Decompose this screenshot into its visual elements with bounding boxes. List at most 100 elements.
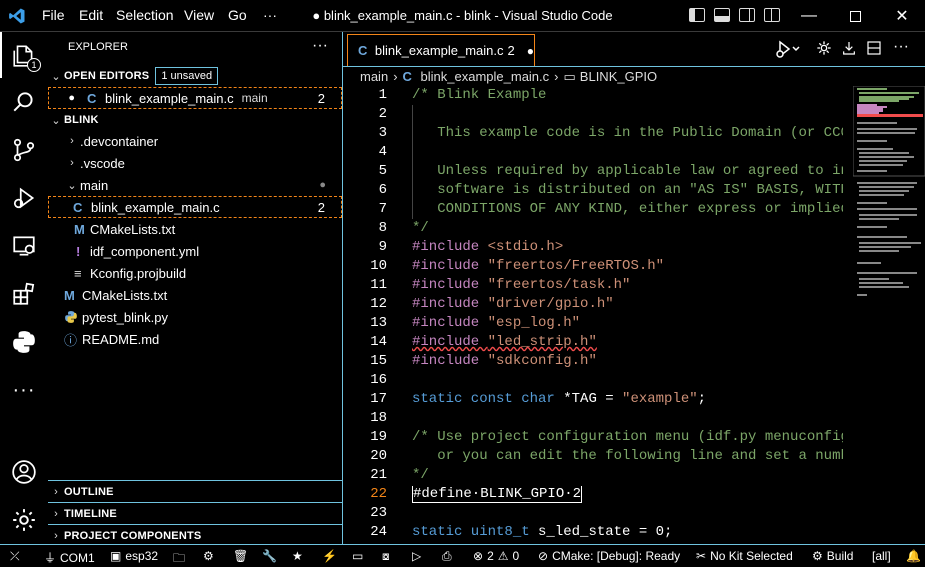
build-wrench-icon[interactable]: 🔧 (262, 549, 277, 563)
notifications-bell-icon[interactable]: 🔔 (906, 549, 921, 563)
code-line[interactable]: 6 software is distributed on an "AS IS" … (343, 182, 843, 201)
project-components-section[interactable]: › PROJECT COMPONENTS (48, 524, 342, 546)
code-line[interactable]: 12 #include "driver/gpio.h" (343, 296, 843, 315)
code-line[interactable]: 23 (343, 505, 843, 524)
menu-file[interactable]: File (42, 7, 65, 23)
project-header[interactable]: ⌄ BLINK (48, 109, 342, 131)
monitor-icon[interactable]: ▭ (352, 549, 363, 563)
breadcrumb-file[interactable]: blink_example_main.c (421, 69, 550, 84)
menu-edit[interactable]: Edit (79, 7, 103, 23)
timeline-section[interactable]: › TIMELINE (48, 502, 342, 524)
breadcrumb-folder[interactable]: main (360, 69, 388, 84)
code-line[interactable]: 13 #include "esp_log.h" (343, 315, 843, 334)
code-editor[interactable]: 1/* Blink Example 2 3 This example code is… (343, 86, 925, 544)
toggle-panel-icon[interactable] (714, 8, 730, 22)
menu-go[interactable]: Go (228, 7, 247, 23)
remote-indicator-button[interactable]: ⤫ (10, 549, 20, 564)
split-editor-icon[interactable] (866, 40, 882, 56)
tree-folder-vscode[interactable]: › .vscode (48, 152, 342, 174)
code-line[interactable]: 17 static const char *TAG = "example"; (343, 391, 843, 410)
build-target-button[interactable]: [all] (872, 549, 891, 563)
tree-folder-main[interactable]: ⌄ main ● (48, 174, 342, 196)
tree-file-blink-example-main[interactable]: C blink_example_main.c 2 (48, 196, 342, 218)
tree-file-pytest[interactable]: pytest_blink.py (48, 306, 342, 328)
tree-file-readme[interactable]: ⓘ README.md (48, 328, 342, 350)
code-token: #include (412, 277, 488, 293)
cmake-status-button[interactable]: ⊘ CMake: [Debug]: Ready (538, 549, 680, 563)
flash-device-icon[interactable] (841, 40, 857, 56)
python-icon[interactable] (0, 318, 48, 366)
code-line[interactable]: 16 (343, 372, 843, 391)
remote-explorer-icon[interactable] (0, 222, 48, 270)
extensions-icon[interactable] (0, 270, 48, 318)
settings-gear-icon[interactable] (816, 40, 832, 56)
code-line[interactable]: 15 #include "sdkconfig.h" (343, 353, 843, 372)
open-editors-header[interactable]: ⌄ OPEN EDITORS 1 unsaved (48, 65, 342, 87)
breadcrumb-symbol[interactable]: BLINK_GPIO (580, 69, 657, 84)
line-number: 3 (378, 125, 387, 141)
target-button[interactable]: ▣ esp32 (110, 549, 158, 563)
code-line[interactable]: 5 Unless required by applicable law or a… (343, 163, 843, 182)
doctor-icon[interactable]: ⎙ (442, 549, 452, 564)
port-button[interactable]: ⏚ COM1 (44, 549, 95, 566)
code-line[interactable]: 20 or you can edit the following line an… (343, 448, 843, 467)
build-flash-monitor-icon[interactable]: ⧇ (382, 549, 390, 564)
line-code: Unless required by applicable law or agr… (412, 163, 843, 179)
problems-button[interactable]: ⊗ 2 ⚠ 0 (473, 549, 519, 563)
account-icon[interactable] (0, 448, 48, 496)
code-line[interactable]: 1 /* Blink Example (343, 87, 843, 106)
tree-file-cmakelists-root[interactable]: M CMakeLists.txt (48, 284, 342, 306)
tab-dirty-icon[interactable]: ● (527, 44, 534, 58)
tree-folder-devcontainer[interactable]: › .devcontainer (48, 130, 342, 152)
close-window-button[interactable]: ✕ (879, 0, 925, 32)
code-line[interactable]: 21 */ (343, 467, 843, 486)
run-dropdown-icon[interactable] (775, 40, 801, 58)
code-line[interactable]: 22 #define·BLINK_GPIO·2 (343, 486, 843, 505)
open-folder-icon[interactable]: 🗀 (173, 549, 185, 567)
code-line[interactable]: 19 /* Use project configuration menu (idf… (343, 429, 843, 448)
timeline-label: TIMELINE (64, 507, 117, 520)
tab-blink-example-main[interactable]: C blink_example_main.c 2 ● (347, 34, 535, 66)
code-line[interactable]: 8 */ (343, 220, 843, 239)
customize-layout-icon[interactable] (764, 8, 780, 22)
sidebar-more-button[interactable]: ··· (312, 37, 328, 55)
code-line[interactable]: 10 #include "freertos/FreeRTOS.h" (343, 258, 843, 277)
menuconfig-gear-icon[interactable]: ⚙ (203, 549, 214, 563)
code-line[interactable]: 7 CONDITIONS OF ANY KIND, either express… (343, 201, 843, 220)
menu-more[interactable]: ··· (263, 7, 277, 23)
tree-file-kconfig[interactable]: ≡ Kconfig.projbuild (48, 262, 342, 284)
open-editor-item[interactable]: ● C blink_example_main.c main 2 (48, 87, 342, 109)
run-debug-icon[interactable] (0, 174, 48, 222)
more-icon[interactable]: ··· (0, 366, 48, 414)
minimize-button[interactable]: — (786, 0, 832, 32)
minimap[interactable] (852, 85, 925, 544)
menu-selection[interactable]: Selection (116, 7, 174, 23)
toggle-secondary-sidebar-icon[interactable] (739, 8, 755, 22)
fullclean-trash-icon[interactable]: 🗑 (233, 549, 248, 563)
settings-gear-icon[interactable] (0, 496, 48, 544)
code-line[interactable]: 4 (343, 144, 843, 163)
tree-file-cmakelists-main[interactable]: M CMakeLists.txt (48, 218, 342, 240)
outline-section[interactable]: › OUTLINE (48, 480, 342, 502)
explorer-icon[interactable]: 1 (0, 32, 48, 80)
code-line[interactable]: 18 (343, 410, 843, 429)
tree-file-idf-component[interactable]: ! idf_component.yml (48, 240, 342, 262)
flash-star-icon[interactable]: ★ (292, 549, 303, 563)
code-line[interactable]: 24 static uint8_t s_led_state = 0; (343, 524, 843, 543)
code-line[interactable]: 9 #include <stdio.h> (343, 239, 843, 258)
code-line[interactable]: 11 #include "freertos/task.h" (343, 277, 843, 296)
menu-view[interactable]: View (184, 7, 214, 23)
editor-more-button[interactable]: ··· (893, 38, 909, 56)
code-line[interactable]: 3 This example code is in the Public Dom… (343, 125, 843, 144)
terminal-icon[interactable]: ▷ (412, 549, 421, 563)
flash-bolt-icon[interactable]: ⚡ (322, 549, 337, 563)
source-control-icon[interactable] (0, 126, 48, 174)
code-line[interactable]: 14 #include "led_strip.h" (343, 334, 843, 353)
build-button[interactable]: ⚙ Build (812, 549, 853, 563)
dirty-dot-icon[interactable]: ● (49, 92, 75, 104)
toggle-primary-sidebar-icon[interactable] (689, 8, 705, 22)
kit-button[interactable]: ✂ No Kit Selected (696, 549, 793, 563)
maximize-button[interactable] (832, 0, 878, 32)
code-line[interactable]: 2 (343, 106, 843, 125)
search-icon[interactable] (0, 78, 48, 126)
